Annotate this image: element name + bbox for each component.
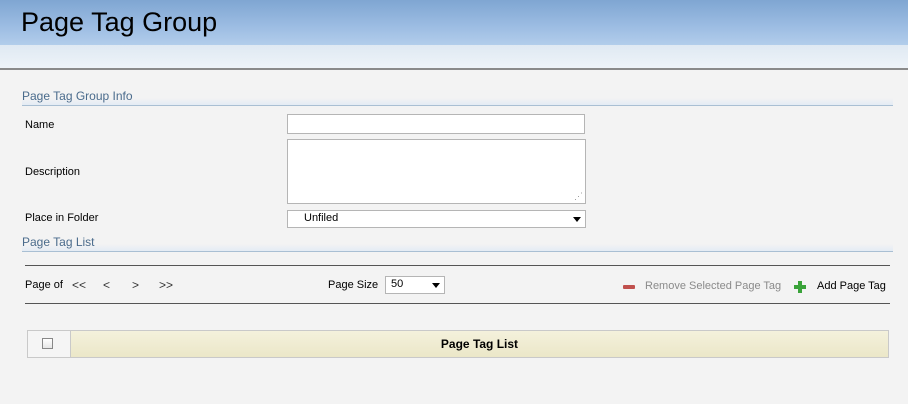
folder-select[interactable]: Unfiled xyxy=(287,210,586,228)
chevron-down-icon xyxy=(573,217,581,222)
plus-icon[interactable] xyxy=(794,281,806,293)
select-all-checkbox[interactable] xyxy=(42,338,53,349)
header-divider xyxy=(0,68,908,70)
next-page-button[interactable]: > xyxy=(132,278,139,292)
description-textarea[interactable]: ⋰ xyxy=(287,139,586,204)
remove-selected-button[interactable]: Remove Selected Page Tag xyxy=(645,280,781,292)
page-title: Page Tag Group xyxy=(21,7,218,37)
resize-grip-icon[interactable]: ⋰ xyxy=(574,192,583,201)
select-all-cell xyxy=(28,331,71,357)
pager-label: Page of xyxy=(25,279,63,291)
last-page-button[interactable]: >> xyxy=(159,278,173,292)
name-input[interactable] xyxy=(287,114,585,134)
section-title-list: Page Tag List xyxy=(22,235,893,252)
name-label: Name xyxy=(25,119,55,131)
section-title-info: Page Tag Group Info xyxy=(22,89,893,106)
description-label: Description xyxy=(25,166,81,178)
page-size-value: 50 xyxy=(391,278,404,290)
header-strip xyxy=(0,45,908,68)
first-page-button[interactable]: << xyxy=(72,278,86,292)
minus-icon[interactable] xyxy=(623,285,635,289)
folder-label: Place in Folder xyxy=(25,212,99,224)
chevron-down-icon xyxy=(432,283,440,288)
folder-select-value: Unfiled xyxy=(304,212,339,224)
pager-top-divider xyxy=(25,265,890,266)
header-bar: Page Tag Group xyxy=(0,0,908,45)
add-page-tag-button[interactable]: Add Page Tag xyxy=(817,280,886,292)
prev-page-button[interactable]: < xyxy=(103,278,110,292)
page-tag-grid: Page Tag List xyxy=(27,330,889,358)
page-size-select[interactable]: 50 xyxy=(385,276,445,294)
pager-bottom-divider xyxy=(25,303,890,304)
grid-column-header[interactable]: Page Tag List xyxy=(71,331,888,357)
page-size-label: Page Size xyxy=(328,279,379,291)
